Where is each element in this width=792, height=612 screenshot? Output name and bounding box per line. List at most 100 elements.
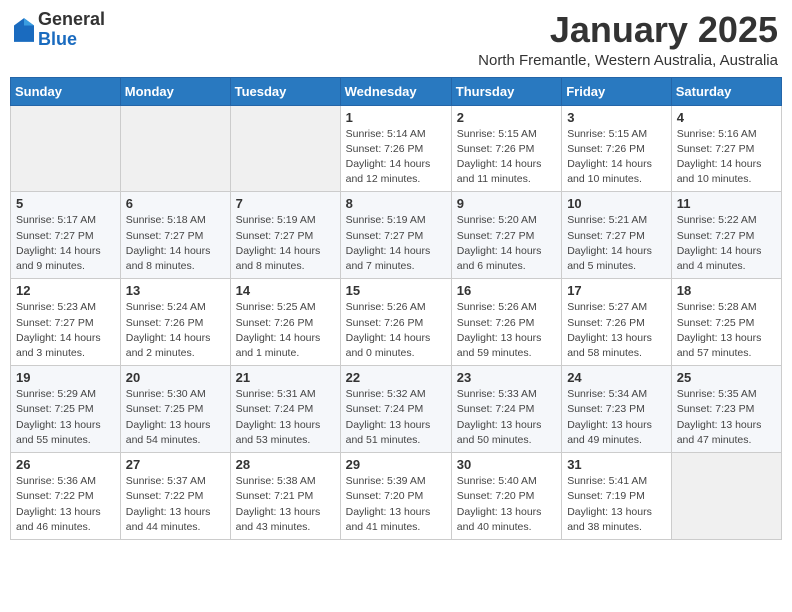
- calendar-cell: [11, 105, 121, 192]
- calendar-cell: 17 Sunrise: 5:27 AM Sunset: 7:26 PM Dayli…: [562, 279, 672, 366]
- logo-text: General Blue: [38, 10, 105, 50]
- calendar-week-5: 26 Sunrise: 5:36 AM Sunset: 7:22 PM Dayli…: [11, 453, 782, 540]
- calendar-week-4: 19 Sunrise: 5:29 AM Sunset: 7:25 PM Dayli…: [11, 366, 782, 453]
- day-number: 9: [457, 196, 556, 211]
- month-title: January 2025: [478, 10, 778, 50]
- calendar-week-1: 1 Sunrise: 5:14 AM Sunset: 7:26 PM Daylig…: [11, 105, 782, 192]
- calendar-cell: 6 Sunrise: 5:18 AM Sunset: 7:27 PM Daylig…: [120, 192, 230, 279]
- day-info: Sunrise: 5:33 AM Sunset: 7:24 PM Dayligh…: [457, 387, 556, 448]
- day-number: 19: [16, 370, 115, 385]
- header-friday: Friday: [562, 77, 672, 105]
- header-sunday: Sunday: [11, 77, 121, 105]
- day-number: 1: [346, 110, 446, 125]
- weekday-header-row: Sunday Monday Tuesday Wednesday Thursday…: [11, 77, 782, 105]
- page-header: General Blue January 2025 North Fremantl…: [10, 10, 782, 69]
- calendar-week-3: 12Sunrise: 5:23 AM Sunset: 7:27 PM Dayli…: [11, 279, 782, 366]
- day-info: Sunrise: 5:18 AM Sunset: 7:27 PM Dayligh…: [126, 213, 225, 274]
- calendar-cell: 13 Sunrise: 5:24 AM Sunset: 7:26 PM Dayli…: [120, 279, 230, 366]
- calendar-cell: 9 Sunrise: 5:20 AM Sunset: 7:27 PM Daylig…: [451, 192, 561, 279]
- header-tuesday: Tuesday: [230, 77, 340, 105]
- day-info: Sunrise: 5:31 AM Sunset: 7:24 PM Dayligh…: [236, 387, 335, 448]
- day-info: Sunrise: 5:23 AM Sunset: 7:27 PM Dayligh…: [16, 300, 115, 361]
- day-number: 2: [457, 110, 556, 125]
- day-number: 3: [567, 110, 666, 125]
- day-info: Sunrise: 5:39 AM Sunset: 7:20 PM Dayligh…: [346, 474, 446, 535]
- day-number: 14: [236, 283, 335, 298]
- day-info: Sunrise: 5:17 AM Sunset: 7:27 PM Dayligh…: [16, 213, 115, 274]
- calendar-cell: 29Sunrise: 5:39 AM Sunset: 7:20 PM Dayli…: [340, 453, 451, 540]
- calendar-cell: 24 Sunrise: 5:34 AM Sunset: 7:23 PM Dayli…: [562, 366, 672, 453]
- day-info: Sunrise: 5:26 AM Sunset: 7:26 PM Dayligh…: [346, 300, 446, 361]
- calendar-cell: 5 Sunrise: 5:17 AM Sunset: 7:27 PM Daylig…: [11, 192, 121, 279]
- day-info: Sunrise: 5:29 AM Sunset: 7:25 PM Dayligh…: [16, 387, 115, 448]
- logo-icon: [14, 18, 34, 42]
- day-info: Sunrise: 5:16 AM Sunset: 7:27 PM Dayligh…: [677, 127, 776, 188]
- day-number: 4: [677, 110, 776, 125]
- day-info: Sunrise: 5:25 AM Sunset: 7:26 PM Dayligh…: [236, 300, 335, 361]
- day-number: 7: [236, 196, 335, 211]
- calendar-cell: 12Sunrise: 5:23 AM Sunset: 7:27 PM Dayli…: [11, 279, 121, 366]
- day-info: Sunrise: 5:36 AM Sunset: 7:22 PM Dayligh…: [16, 474, 115, 535]
- day-number: 6: [126, 196, 225, 211]
- calendar-cell: 2 Sunrise: 5:15 AM Sunset: 7:26 PM Daylig…: [451, 105, 561, 192]
- logo-blue: Blue: [38, 29, 77, 49]
- day-info: Sunrise: 5:22 AM Sunset: 7:27 PM Dayligh…: [677, 213, 776, 274]
- header-monday: Monday: [120, 77, 230, 105]
- calendar-week-2: 5 Sunrise: 5:17 AM Sunset: 7:27 PM Daylig…: [11, 192, 782, 279]
- day-number: 21: [236, 370, 335, 385]
- day-info: Sunrise: 5:34 AM Sunset: 7:23 PM Dayligh…: [567, 387, 666, 448]
- day-number: 22: [346, 370, 446, 385]
- calendar-cell: 3 Sunrise: 5:15 AM Sunset: 7:26 PM Daylig…: [562, 105, 672, 192]
- calendar-cell: 8 Sunrise: 5:19 AM Sunset: 7:27 PM Daylig…: [340, 192, 451, 279]
- day-number: 24: [567, 370, 666, 385]
- day-info: Sunrise: 5:15 AM Sunset: 7:26 PM Dayligh…: [457, 127, 556, 188]
- calendar-cell: 16Sunrise: 5:26 AM Sunset: 7:26 PM Dayli…: [451, 279, 561, 366]
- header-saturday: Saturday: [671, 77, 781, 105]
- day-info: Sunrise: 5:32 AM Sunset: 7:24 PM Dayligh…: [346, 387, 446, 448]
- calendar-cell: 31Sunrise: 5:41 AM Sunset: 7:19 PM Dayli…: [562, 453, 672, 540]
- calendar-cell: [230, 105, 340, 192]
- day-number: 13: [126, 283, 225, 298]
- day-info: Sunrise: 5:35 AM Sunset: 7:23 PM Dayligh…: [677, 387, 776, 448]
- day-number: 15: [346, 283, 446, 298]
- day-info: Sunrise: 5:41 AM Sunset: 7:19 PM Dayligh…: [567, 474, 666, 535]
- day-info: Sunrise: 5:40 AM Sunset: 7:20 PM Dayligh…: [457, 474, 556, 535]
- day-number: 23: [457, 370, 556, 385]
- calendar-table: Sunday Monday Tuesday Wednesday Thursday…: [10, 77, 782, 540]
- day-number: 20: [126, 370, 225, 385]
- day-info: Sunrise: 5:19 AM Sunset: 7:27 PM Dayligh…: [346, 213, 446, 274]
- calendar-cell: 19 Sunrise: 5:29 AM Sunset: 7:25 PM Dayli…: [11, 366, 121, 453]
- calendar-cell: 18 Sunrise: 5:28 AM Sunset: 7:25 PM Dayli…: [671, 279, 781, 366]
- calendar-cell: 22 Sunrise: 5:32 AM Sunset: 7:24 PM Dayli…: [340, 366, 451, 453]
- day-info: Sunrise: 5:14 AM Sunset: 7:26 PM Dayligh…: [346, 127, 446, 188]
- day-info: Sunrise: 5:38 AM Sunset: 7:21 PM Dayligh…: [236, 474, 335, 535]
- day-info: Sunrise: 5:24 AM Sunset: 7:26 PM Dayligh…: [126, 300, 225, 361]
- calendar-cell: 30Sunrise: 5:40 AM Sunset: 7:20 PM Dayli…: [451, 453, 561, 540]
- day-number: 18: [677, 283, 776, 298]
- day-number: 17: [567, 283, 666, 298]
- calendar-cell: 27Sunrise: 5:37 AM Sunset: 7:22 PM Dayli…: [120, 453, 230, 540]
- calendar-cell: 4 Sunrise: 5:16 AM Sunset: 7:27 PM Daylig…: [671, 105, 781, 192]
- day-number: 10: [567, 196, 666, 211]
- calendar-cell: 23 Sunrise: 5:33 AM Sunset: 7:24 PM Dayli…: [451, 366, 561, 453]
- location-subtitle: North Fremantle, Western Australia, Aust…: [478, 52, 778, 69]
- day-number: 26: [16, 457, 115, 472]
- calendar-cell: 26 Sunrise: 5:36 AM Sunset: 7:22 PM Dayli…: [11, 453, 121, 540]
- header-thursday: Thursday: [451, 77, 561, 105]
- day-number: 5: [16, 196, 115, 211]
- calendar-cell: 28Sunrise: 5:38 AM Sunset: 7:21 PM Dayli…: [230, 453, 340, 540]
- calendar-cell: 10 Sunrise: 5:21 AM Sunset: 7:27 PM Dayli…: [562, 192, 672, 279]
- day-info: Sunrise: 5:21 AM Sunset: 7:27 PM Dayligh…: [567, 213, 666, 274]
- day-number: 11: [677, 196, 776, 211]
- day-number: 8: [346, 196, 446, 211]
- calendar-cell: 21 Sunrise: 5:31 AM Sunset: 7:24 PM Dayli…: [230, 366, 340, 453]
- day-info: Sunrise: 5:20 AM Sunset: 7:27 PM Dayligh…: [457, 213, 556, 274]
- logo-general: General: [38, 9, 105, 29]
- calendar-cell: 7Sunrise: 5:19 AM Sunset: 7:27 PM Daylig…: [230, 192, 340, 279]
- day-number: 16: [457, 283, 556, 298]
- day-info: Sunrise: 5:28 AM Sunset: 7:25 PM Dayligh…: [677, 300, 776, 361]
- day-info: Sunrise: 5:15 AM Sunset: 7:26 PM Dayligh…: [567, 127, 666, 188]
- calendar-cell: 20Sunrise: 5:30 AM Sunset: 7:25 PM Dayli…: [120, 366, 230, 453]
- day-info: Sunrise: 5:27 AM Sunset: 7:26 PM Dayligh…: [567, 300, 666, 361]
- calendar-cell: [120, 105, 230, 192]
